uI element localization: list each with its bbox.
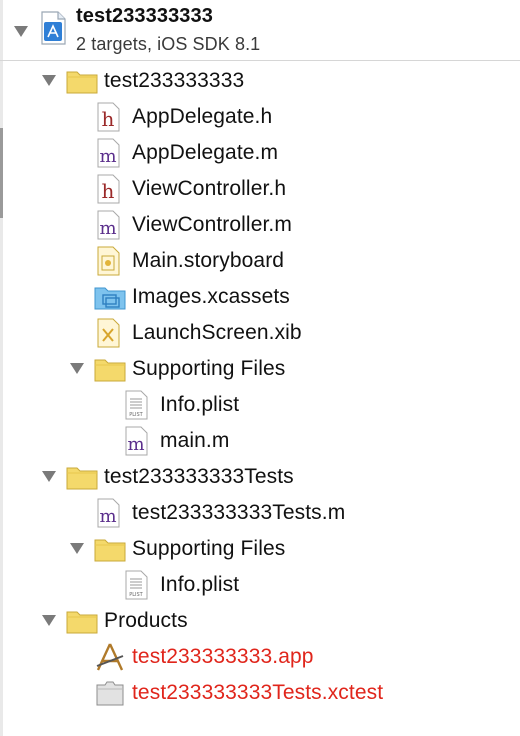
file-label: ViewController.h	[132, 177, 287, 200]
group-label: Supporting Files	[132, 357, 286, 380]
folder-icon	[66, 464, 98, 495]
tree-row-group-tests[interactable]: test233333333Tests	[0, 458, 520, 494]
file-label: test233333333Tests.m	[132, 501, 346, 524]
xcode-project-icon	[38, 10, 68, 51]
plist-file-icon: PLIST	[124, 390, 150, 425]
folder-icon	[66, 68, 98, 99]
source-file-icon: m	[96, 498, 122, 533]
folder-icon	[66, 608, 98, 639]
file-label: AppDelegate.h	[132, 105, 273, 128]
disclosure-triangle[interactable]	[42, 471, 56, 483]
tree-row-file[interactable]: PLIST Info.plist	[0, 566, 520, 602]
source-file-icon: m	[96, 138, 122, 173]
disclosure-triangle[interactable]	[42, 75, 56, 87]
header-file-icon: h	[96, 174, 122, 209]
svg-text:m: m	[127, 434, 144, 455]
group-label: Products	[104, 609, 188, 632]
tree-row-group-products[interactable]: Products	[0, 602, 520, 638]
group-label: Supporting Files	[132, 537, 286, 560]
svg-text:h: h	[102, 179, 115, 203]
xib-file-icon	[96, 318, 122, 353]
svg-text:PLIST: PLIST	[129, 592, 143, 598]
svg-text:m: m	[99, 218, 116, 239]
project-subtitle: 2 targets, iOS SDK 8.1	[76, 34, 261, 54]
file-label: Main.storyboard	[132, 249, 285, 272]
tree-row-file[interactable]: m AppDelegate.m	[0, 134, 520, 170]
tree-row-file[interactable]: m main.m	[0, 422, 520, 458]
group-label: test233333333	[104, 69, 245, 92]
tree-row-file[interactable]: h ViewController.h	[0, 170, 520, 206]
tree-row-file[interactable]: Main.storyboard	[0, 242, 520, 278]
file-label: Images.xcassets	[132, 285, 290, 308]
tree-row-project[interactable]: test233333333 2 targets, iOS SDK 8.1	[0, 0, 520, 60]
separator	[0, 60, 520, 61]
tree-row-folder[interactable]: Images.xcassets	[0, 278, 520, 314]
svg-text:m: m	[99, 506, 116, 527]
svg-text:PLIST: PLIST	[129, 412, 143, 418]
folder-icon	[94, 536, 126, 567]
disclosure-triangle[interactable]	[42, 615, 56, 627]
header-file-icon: h	[96, 102, 122, 137]
svg-text:h: h	[102, 107, 115, 131]
file-label: AppDelegate.m	[132, 141, 279, 164]
source-file-icon: m	[96, 210, 122, 245]
tree-row-group-supporting[interactable]: Supporting Files	[0, 530, 520, 566]
file-label: LaunchScreen.xib	[132, 321, 302, 344]
tree-row-file[interactable]: h AppDelegate.h	[0, 98, 520, 134]
disclosure-triangle[interactable]	[70, 363, 84, 375]
bundle-product-icon	[94, 679, 126, 712]
disclosure-triangle[interactable]	[14, 26, 28, 38]
svg-text:m: m	[99, 146, 116, 167]
tree-row-file[interactable]: m test233333333Tests.m	[0, 494, 520, 530]
tree-row-product[interactable]: test233333333.app	[0, 638, 520, 674]
project-navigator: test233333333 2 targets, iOS SDK 8.1 tes…	[0, 0, 520, 736]
file-label: main.m	[160, 429, 230, 452]
group-label: test233333333Tests	[104, 465, 294, 488]
tree-row-file[interactable]: PLIST Info.plist	[0, 386, 520, 422]
file-label: Info.plist	[160, 573, 240, 596]
folder-icon	[94, 356, 126, 387]
app-product-icon	[94, 642, 126, 677]
tree-row-file[interactable]: LaunchScreen.xib	[0, 314, 520, 350]
tree-row-group-app[interactable]: test233333333	[0, 62, 520, 98]
project-name: test233333333	[76, 5, 213, 27]
source-file-icon: m	[124, 426, 150, 461]
plist-file-icon: PLIST	[124, 570, 150, 605]
file-label: ViewController.m	[132, 213, 292, 236]
tree-row-file[interactable]: m ViewController.m	[0, 206, 520, 242]
disclosure-triangle[interactable]	[70, 543, 84, 555]
tree-row-product[interactable]: test233333333Tests.xctest	[0, 674, 520, 710]
storyboard-icon	[96, 246, 122, 281]
file-label: Info.plist	[160, 393, 240, 416]
asset-catalog-icon	[94, 284, 126, 315]
product-label-missing: test233333333.app	[132, 645, 314, 668]
product-label-missing: test233333333Tests.xctest	[132, 681, 384, 704]
tree-row-group-supporting[interactable]: Supporting Files	[0, 350, 520, 386]
